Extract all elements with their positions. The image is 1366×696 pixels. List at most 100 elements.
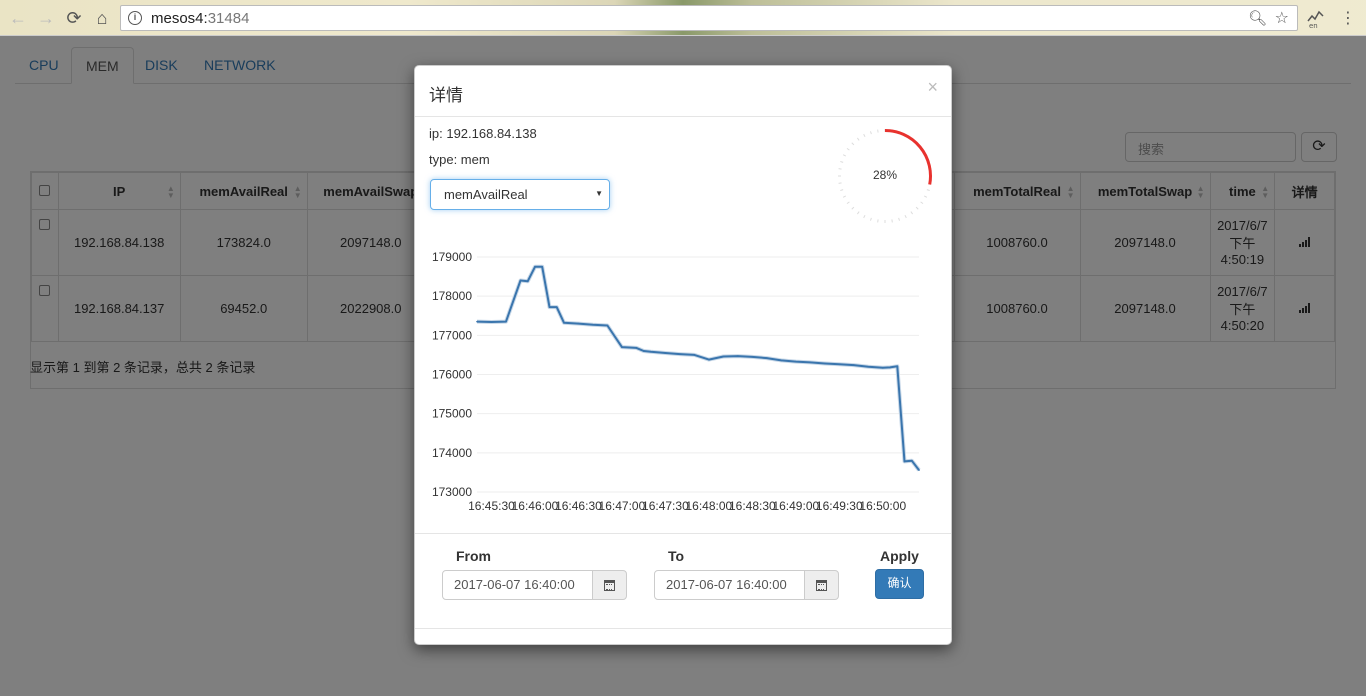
ip-line: ip: 192.168.84.138 [429, 126, 537, 141]
zoom-icon[interactable]: 🔍︎ [1248, 9, 1267, 27]
data-point [896, 365, 899, 368]
calendar-icon [604, 579, 615, 591]
gauge-tick [915, 206, 919, 210]
metric-select-value: memAvailReal [444, 187, 528, 202]
from-label: From [456, 548, 491, 564]
gauge-tick [846, 147, 850, 151]
data-point [628, 346, 630, 349]
y-tick-label: 176000 [432, 368, 472, 382]
x-tick-label: 16:47:00 [599, 499, 646, 513]
x-tick-label: 16:49:00 [772, 499, 819, 513]
from-date-input[interactable]: 2017-06-07 16:40:00 [442, 570, 593, 600]
y-tick-label: 179000 [432, 250, 472, 264]
data-point [903, 460, 906, 463]
line-chart: 179000 178000 177000 176000 175000 174000 1730… [432, 250, 921, 513]
gauge-tick [863, 133, 866, 138]
reload-icon[interactable]: ⟳ [62, 6, 86, 30]
data-point [621, 346, 623, 348]
gauge-tick [851, 142, 855, 146]
usage-gauge: 28% [838, 129, 932, 223]
x-tick-label: 16:45:30 [468, 499, 515, 513]
extension-icon[interactable]: en [1306, 7, 1326, 30]
data-point [867, 365, 870, 368]
data-point [838, 363, 841, 366]
y-tick-label: 173000 [432, 485, 472, 499]
calendar-icon [816, 579, 827, 591]
data-point [809, 361, 812, 364]
date-range-form: From To Apply 2017-06-07 16:40:00 2017-0… [415, 533, 951, 629]
data-point [693, 354, 696, 356]
series-line [476, 265, 920, 471]
modal-header: 详情 × [415, 66, 951, 117]
data-point [519, 279, 522, 282]
data-point [563, 322, 565, 324]
forward-icon[interactable]: → [34, 6, 58, 30]
data-point [548, 306, 551, 308]
data-point [852, 364, 855, 366]
data-point [737, 355, 739, 357]
data-point [795, 360, 797, 363]
gauge-tick [842, 154, 847, 157]
gauge-tick [926, 189, 930, 191]
address-bar[interactable]: i mesos4:31484 🔍︎ ☆ [120, 5, 1298, 31]
modal-title: 详情 [429, 86, 463, 105]
data-point [555, 306, 558, 308]
to-date-input[interactable]: 2017-06-07 16:40:00 [654, 570, 805, 600]
data-point [708, 358, 710, 361]
gauge-tick [870, 217, 872, 221]
gauge-tick [910, 211, 914, 215]
gauge-tick [851, 206, 855, 210]
gauge-tick [904, 214, 907, 219]
data-point [918, 469, 920, 471]
data-point [534, 265, 536, 268]
x-tick-label: 16:48:30 [729, 499, 776, 513]
gauge-label: 28% [873, 168, 897, 182]
browser-menu-icon[interactable]: ⋮ [1340, 8, 1356, 28]
gauge-tick [856, 137, 860, 141]
metric-select[interactable]: memAvailReal ▼ [430, 179, 610, 210]
data-point [490, 321, 493, 323]
y-tick-label: 174000 [432, 446, 472, 460]
data-point [889, 366, 891, 369]
back-icon[interactable]: ← [6, 6, 30, 30]
y-tick-label: 175000 [432, 407, 472, 421]
to-label: To [668, 548, 685, 564]
data-point [780, 359, 783, 362]
confirm-button[interactable]: 确认 [875, 569, 924, 599]
apply-label: Apply [880, 548, 919, 564]
x-tick-label: 16:48:00 [686, 499, 733, 513]
data-point [505, 320, 507, 323]
close-icon[interactable]: × [927, 77, 938, 98]
gauge-tick [898, 217, 900, 221]
to-calendar-button[interactable] [804, 570, 839, 600]
data-point [679, 353, 681, 355]
info-icon[interactable]: i [128, 11, 142, 25]
data-point [910, 459, 913, 462]
data-point [650, 350, 652, 353]
x-tick-label: 16:47:30 [642, 499, 689, 513]
details-modal: 详情 × ip: 192.168.84.138 type: mem memAva… [414, 65, 952, 645]
data-point [824, 362, 826, 365]
x-tick-label: 16:46:30 [555, 499, 602, 513]
from-calendar-button[interactable] [592, 570, 627, 600]
gauge-tick [846, 201, 850, 205]
y-tick-label: 178000 [432, 289, 472, 303]
home-icon[interactable]: ⌂ [90, 6, 114, 30]
data-point [664, 352, 667, 354]
x-tick-label: 16:50:00 [859, 499, 906, 513]
url-text: mesos4:31484 [151, 10, 250, 27]
x-tick-label: 16:46:00 [512, 499, 559, 513]
gauge-tick [870, 131, 872, 135]
gauge-tick [840, 161, 844, 163]
gauge-tick [842, 195, 847, 198]
data-point [635, 347, 638, 349]
data-point [881, 367, 884, 369]
y-tick-label: 177000 [432, 328, 472, 342]
data-point [476, 320, 478, 323]
bookmark-star-icon[interactable]: ☆ [1275, 8, 1289, 28]
dropdown-caret-icon: ▼ [595, 189, 603, 198]
data-point [751, 356, 754, 358]
gauge-tick [856, 211, 860, 215]
data-point [642, 350, 645, 352]
data-point [766, 357, 768, 359]
